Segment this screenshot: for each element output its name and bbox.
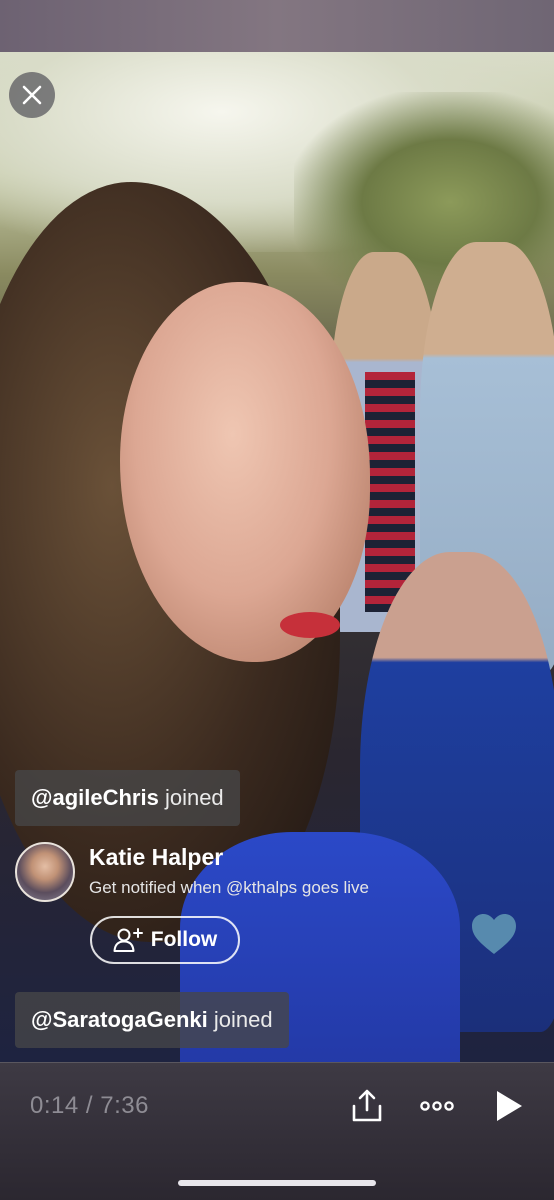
video-subject-lips xyxy=(280,612,340,638)
share-icon[interactable] xyxy=(350,1088,384,1124)
close-icon xyxy=(22,85,42,105)
follow-label: Follow xyxy=(150,928,218,951)
follow-button[interactable]: Follow xyxy=(90,916,240,964)
add-user-icon xyxy=(113,928,143,952)
more-icon[interactable] xyxy=(420,1092,454,1120)
top-bar xyxy=(0,0,554,52)
comment-verb: joined xyxy=(213,1007,273,1032)
close-button[interactable] xyxy=(9,72,55,118)
comment-joined: @SaratogaGenki joined xyxy=(15,992,289,1048)
play-icon[interactable] xyxy=(494,1089,524,1123)
host-name[interactable]: Katie Halper xyxy=(89,844,223,871)
comment-joined: @agileChris joined xyxy=(15,770,240,826)
divider xyxy=(0,1062,554,1063)
comment-verb: joined xyxy=(164,785,224,810)
video-frame[interactable] xyxy=(0,52,554,1062)
heart-icon[interactable] xyxy=(470,912,518,956)
comment-user: @SaratogaGenki xyxy=(31,1007,208,1032)
playback-time: 0:14 / 7:36 xyxy=(30,1092,149,1119)
comment-user: @agileChris xyxy=(31,785,159,810)
host-row: Katie Halper Get notified when @kthalps … xyxy=(15,840,435,902)
avatar[interactable] xyxy=(15,842,75,902)
host-subtitle: Get notified when @kthalps goes live xyxy=(89,878,369,897)
home-indicator[interactable] xyxy=(178,1180,376,1186)
